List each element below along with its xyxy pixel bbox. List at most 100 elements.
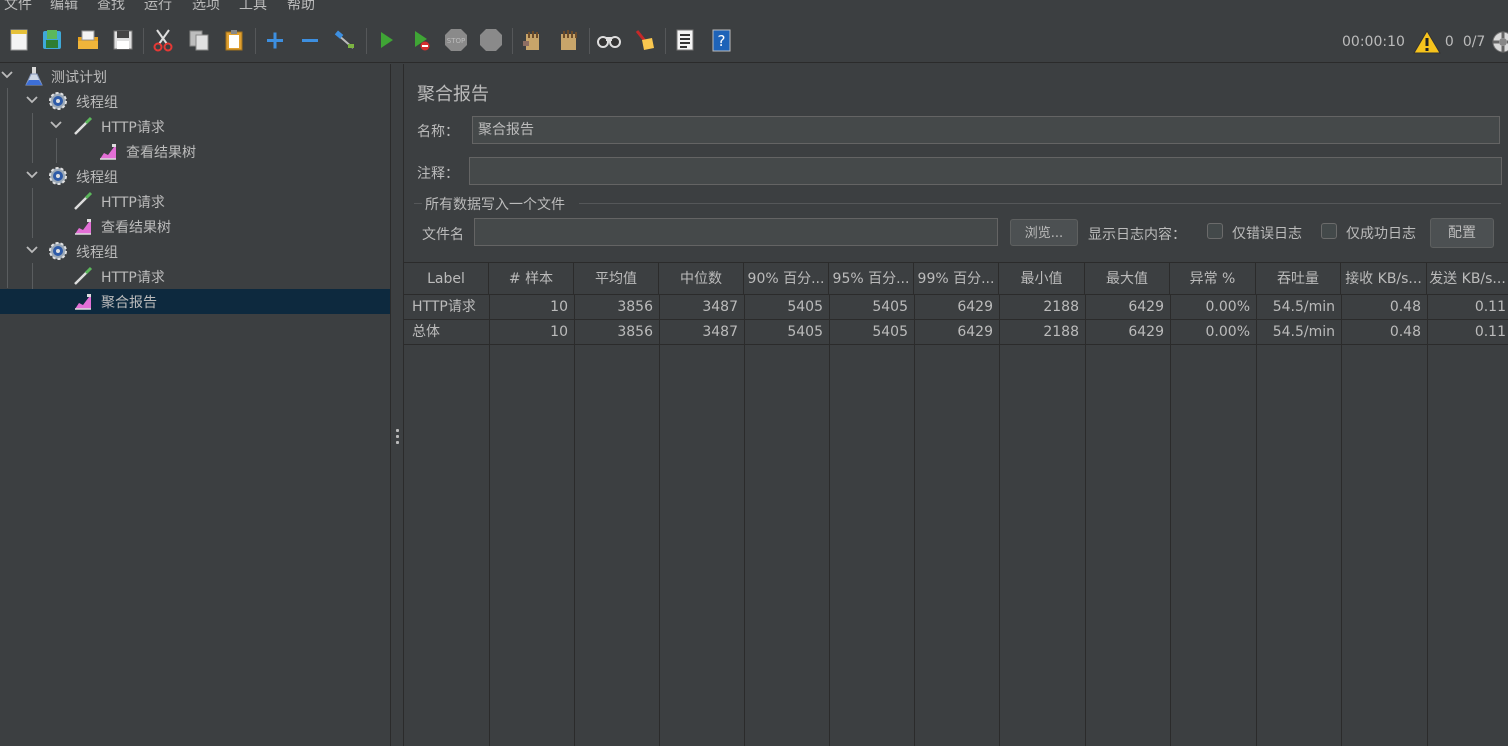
- open-icon[interactable]: [74, 26, 102, 54]
- paste-icon[interactable]: [220, 26, 248, 54]
- table-row[interactable]: 总体 10 3856 3487 5405 5405 6429 2188 6429…: [404, 320, 1508, 345]
- column-header-p90[interactable]: 90% 百分...: [744, 263, 829, 295]
- templates-icon[interactable]: [38, 26, 66, 54]
- warning-count: 0: [1444, 33, 1454, 50]
- drag-handle-icon[interactable]: [396, 429, 399, 447]
- tree-node-http-request[interactable]: HTTP请求: [0, 114, 390, 139]
- menu-search[interactable]: 查找: [97, 0, 125, 15]
- column-divider: [914, 295, 915, 746]
- menu-run[interactable]: 运行: [144, 0, 172, 15]
- help-icon[interactable]: ?: [707, 26, 735, 54]
- start-icon[interactable]: [372, 26, 400, 54]
- column-header-label[interactable]: Label: [404, 263, 489, 295]
- table-cell: 5405: [787, 324, 823, 340]
- table-cell: 3487: [702, 324, 738, 340]
- aggregate-table: Label # 样本 平均值 中位数 90% 百分... 95% 百分... 9…: [404, 262, 1508, 746]
- tree-node-label: 测试计划: [51, 70, 107, 86]
- column-divider: [1341, 295, 1342, 746]
- chevron-down-icon[interactable]: [49, 118, 63, 132]
- column-divider: [1256, 295, 1257, 746]
- start-no-pause-icon[interactable]: [407, 26, 435, 54]
- column-header-average[interactable]: 平均值: [574, 263, 659, 295]
- table-cell: 10: [550, 324, 568, 340]
- remote-status-icon: [1491, 30, 1508, 54]
- column-header-received[interactable]: 接收 KB/s...: [1341, 263, 1427, 295]
- save-icon[interactable]: [109, 26, 137, 54]
- column-header-sent[interactable]: 发送 KB/s...: [1427, 263, 1508, 295]
- column-header-throughput[interactable]: 吞吐量: [1256, 263, 1341, 295]
- toolbar: STOP ? 00:00:10 0 0/7: [0, 20, 1508, 63]
- function-helper-icon[interactable]: [671, 26, 699, 54]
- chart-icon: [100, 144, 116, 160]
- table-cell: 54.5/min: [1272, 299, 1335, 315]
- tree-node-thread-group[interactable]: 线程组: [0, 89, 390, 114]
- menu-tools[interactable]: 工具: [239, 0, 267, 15]
- chevron-down-icon[interactable]: [25, 93, 39, 107]
- table-cell: 5405: [787, 299, 823, 315]
- tree-node-label: HTTP请求: [101, 270, 165, 286]
- tree-node-label: 线程组: [76, 170, 118, 186]
- tree-node-thread-group[interactable]: 线程组: [0, 164, 390, 189]
- name-field[interactable]: 聚合报告: [472, 116, 1500, 144]
- tree-node-http-request[interactable]: HTTP请求: [0, 189, 390, 214]
- toggle-icon[interactable]: [331, 26, 359, 54]
- pipette-icon: [74, 266, 93, 285]
- column-header-min[interactable]: 最小值: [999, 263, 1085, 295]
- tree-node-thread-group[interactable]: 线程组: [0, 239, 390, 264]
- column-header-max[interactable]: 最大值: [1085, 263, 1170, 295]
- expand-icon[interactable]: [261, 26, 289, 54]
- shutdown-icon[interactable]: [477, 26, 505, 54]
- column-header-error[interactable]: 异常 %: [1170, 263, 1256, 295]
- browse-button[interactable]: 浏览...: [1010, 219, 1078, 246]
- tree-node-view-results-tree[interactable]: 查看结果树: [0, 214, 390, 239]
- warning-icon[interactable]: [1413, 29, 1441, 54]
- split-pane-divider[interactable]: [390, 64, 404, 746]
- filename-field[interactable]: [474, 218, 998, 246]
- table-row[interactable]: HTTP请求 10 3856 3487 5405 5405 6429 2188 …: [404, 295, 1508, 320]
- new-icon[interactable]: [5, 26, 33, 54]
- column-header-median[interactable]: 中位数: [659, 263, 744, 295]
- tree-node-test-plan[interactable]: 测试计划: [0, 64, 390, 89]
- chevron-down-icon[interactable]: [25, 168, 39, 182]
- column-divider: [1085, 295, 1086, 746]
- errors-only-label: 仅错误日志: [1232, 226, 1302, 242]
- comment-label: 注释：: [417, 166, 459, 182]
- table-cell: HTTP请求: [412, 299, 476, 315]
- pipette-icon: [74, 116, 93, 135]
- configure-button[interactable]: 配置: [1430, 218, 1494, 248]
- tree-node-http-request[interactable]: HTTP请求: [0, 264, 390, 289]
- toolbar-separator: [665, 28, 666, 54]
- gear-icon: [49, 242, 67, 260]
- menu-options[interactable]: 选项: [192, 0, 220, 15]
- column-divider: [659, 295, 660, 746]
- column-divider: [829, 295, 830, 746]
- column-header-samples[interactable]: # 样本: [489, 263, 574, 295]
- chevron-down-icon[interactable]: [25, 243, 39, 257]
- cut-icon[interactable]: [149, 26, 177, 54]
- clear-icon[interactable]: [518, 26, 546, 54]
- copy-icon[interactable]: [185, 26, 213, 54]
- table-cell: 0.00%: [1205, 324, 1250, 340]
- column-header-p99[interactable]: 99% 百分...: [914, 263, 999, 295]
- stop-icon[interactable]: STOP: [442, 26, 470, 54]
- group-title: 所有数据写入一个文件: [425, 197, 565, 213]
- errors-only-checkbox[interactable]: [1207, 223, 1223, 239]
- menu-help[interactable]: 帮助: [287, 0, 315, 15]
- search-icon[interactable]: [595, 26, 623, 54]
- tree-node-view-results-tree[interactable]: 查看结果树: [0, 139, 390, 164]
- menu-file[interactable]: 文件: [4, 0, 32, 15]
- column-header-p95[interactable]: 95% 百分...: [829, 263, 914, 295]
- collapse-icon[interactable]: [296, 26, 324, 54]
- tree-node-aggregate-report[interactable]: 聚合报告: [0, 289, 390, 314]
- chevron-down-icon[interactable]: [0, 68, 14, 82]
- gear-icon: [49, 167, 67, 185]
- success-only-checkbox[interactable]: [1321, 223, 1337, 239]
- table-cell: 6429: [1128, 299, 1164, 315]
- tree-node-label: HTTP请求: [101, 195, 165, 211]
- comment-field[interactable]: [469, 157, 1502, 185]
- chart-icon: [75, 219, 91, 235]
- table-cell: 0.00%: [1205, 299, 1250, 315]
- reset-search-icon[interactable]: [630, 26, 658, 54]
- menu-edit[interactable]: 编辑: [50, 0, 78, 15]
- clear-all-icon[interactable]: [554, 26, 582, 54]
